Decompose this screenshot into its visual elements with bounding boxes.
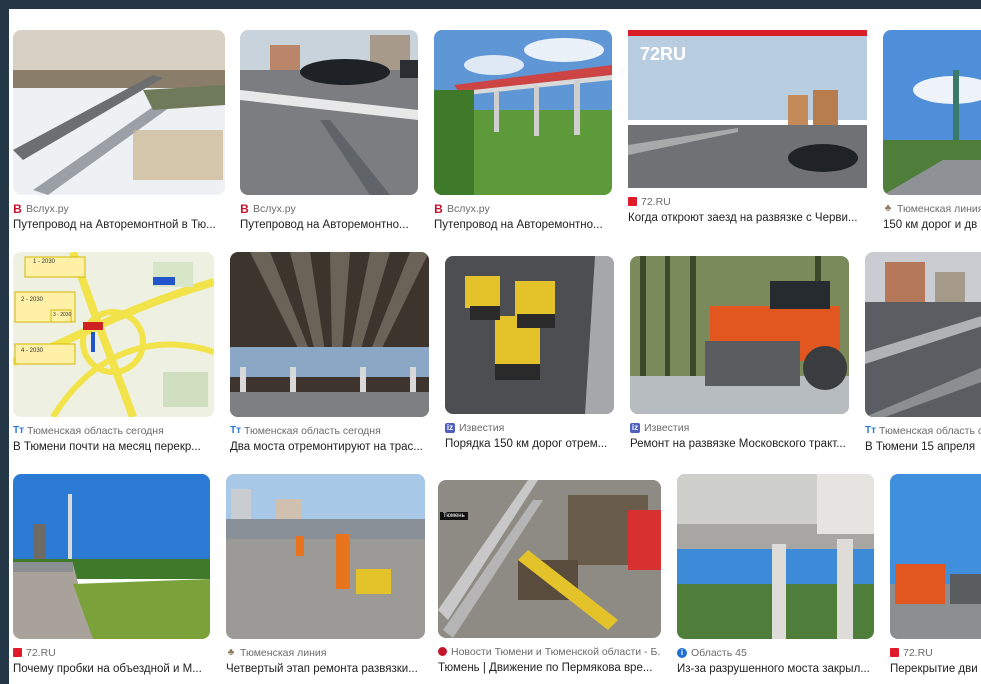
tyumen-line-logo-icon: ♣ bbox=[227, 646, 235, 658]
result-thumbnail[interactable] bbox=[13, 474, 210, 639]
image-result-card[interactable]: Tт Тюменская область сегодня Два моста от… bbox=[230, 252, 429, 453]
result-title[interactable]: Из-за разрушенного моста закрыл... bbox=[677, 663, 874, 675]
result-thumbnail[interactable] bbox=[890, 474, 981, 639]
map-label: 3 - 2030 bbox=[53, 312, 72, 318]
result-thumbnail[interactable] bbox=[865, 252, 981, 417]
image-result-card[interactable]: ♣ Тюменская линия Четвертый этап ремонта … bbox=[226, 474, 425, 675]
image-result-card[interactable]: Tт Тюменская область с В Тюмени 15 апреля bbox=[865, 252, 981, 453]
result-source[interactable]: Тюменская область с bbox=[879, 425, 981, 437]
result-source[interactable]: Тюменская линия bbox=[240, 647, 326, 659]
image-result-card[interactable]: B Вслух.ру Путепровод на Авторемонтно... bbox=[434, 30, 612, 231]
result-thumbnail[interactable] bbox=[230, 252, 429, 417]
map-label: 4 - 2030 bbox=[21, 348, 44, 354]
result-thumbnail[interactable] bbox=[226, 474, 425, 639]
image-result-card[interactable]: 72RU 72.RU Когда откроют заезд на развяз… bbox=[628, 30, 867, 224]
image-result-card[interactable]: 72.RU Перекрытие дви bbox=[890, 474, 981, 675]
result-title[interactable]: В Тюмени почти на месяц перекр... bbox=[13, 441, 214, 453]
result-title[interactable]: Путепровод на Авторемонтно... bbox=[240, 219, 418, 231]
72ru-logo-icon bbox=[13, 648, 22, 657]
result-title[interactable]: Путепровод на Авторемонтно... bbox=[434, 219, 612, 231]
image-result-card[interactable]: iz Известия Ремонт на развязке Московског… bbox=[630, 256, 849, 450]
result-title[interactable]: Путепровод на Авторемонтной в Тю... bbox=[13, 219, 225, 231]
result-title[interactable]: В Тюмени 15 апреля bbox=[865, 441, 981, 453]
result-thumbnail[interactable]: 72RU bbox=[628, 30, 867, 188]
news-tyumen-logo-icon bbox=[438, 647, 447, 656]
72ru-logo-icon bbox=[890, 648, 899, 657]
result-source[interactable]: Новости Тюмени и Тюменской области - Б..… bbox=[451, 646, 661, 658]
tos-logo-icon: Tт bbox=[230, 424, 242, 436]
result-title[interactable]: Перекрытие дви bbox=[890, 663, 981, 675]
result-title[interactable]: Порядка 150 км дорог отрем... bbox=[445, 438, 614, 450]
izvestia-logo-icon: iz bbox=[630, 422, 640, 433]
result-source[interactable]: Область 45 bbox=[691, 647, 747, 659]
image-result-card[interactable]: B Вслух.ру Путепровод на Авторемонтно... bbox=[240, 30, 418, 231]
vsluh-logo-icon: B bbox=[434, 202, 443, 215]
result-title[interactable]: Ремонт на развязке Московского тракт... bbox=[630, 438, 849, 450]
image-result-card[interactable]: i Область 45 Из-за разрушенного моста зак… bbox=[677, 474, 874, 675]
thumb-tag: Тюмень bbox=[440, 512, 468, 520]
map-label: 2 - 2030 bbox=[21, 297, 44, 303]
result-source[interactable]: Известия bbox=[644, 422, 689, 434]
result-thumbnail[interactable] bbox=[434, 30, 612, 195]
izvestia-logo-icon: iz bbox=[445, 422, 455, 433]
image-result-card[interactable]: B Вслух.ру Путепровод на Авторемонтной в … bbox=[13, 30, 225, 231]
72ru-logo-icon bbox=[628, 197, 637, 206]
result-thumbnail[interactable] bbox=[445, 256, 614, 414]
result-thumbnail[interactable] bbox=[630, 256, 849, 414]
result-title[interactable]: Когда откроют заезд на развязке с Черви.… bbox=[628, 212, 867, 224]
result-title[interactable]: 150 км дорог и дв bbox=[883, 219, 981, 231]
vsluh-logo-icon: B bbox=[240, 202, 249, 215]
oblast45-logo-icon: i bbox=[677, 647, 687, 658]
image-result-card[interactable]: ♣ Тюменская линия 150 км дорог и дв bbox=[883, 30, 981, 231]
result-thumbnail[interactable] bbox=[13, 30, 225, 195]
tos-logo-icon: Tт bbox=[13, 424, 25, 436]
result-source[interactable]: Вслух.ру bbox=[447, 203, 490, 215]
72ru-watermark: 72RU bbox=[640, 44, 687, 64]
image-result-card[interactable]: 72.RU Почему пробки на объездной и М... bbox=[13, 474, 210, 675]
result-source[interactable]: Вслух.ру bbox=[253, 203, 296, 215]
result-source[interactable]: 72.RU bbox=[26, 647, 56, 659]
result-title[interactable]: Два моста отремонтируют на трас... bbox=[230, 441, 429, 453]
result-title[interactable]: Почему пробки на объездной и М... bbox=[13, 663, 210, 675]
tyumen-line-logo-icon: ♣ bbox=[884, 202, 892, 214]
image-results-grid: B Вслух.ру Путепровод на Авторемонтной в … bbox=[9, 9, 981, 684]
result-source[interactable]: Тюменская область сегодня bbox=[27, 425, 164, 437]
image-result-card[interactable]: 1 - 2030 2 - 2030 3 - 2030 4 - 2030 Tт Тю… bbox=[13, 252, 214, 453]
result-title[interactable]: Тюмень | Движение по Пермякова вре... bbox=[438, 662, 661, 674]
result-thumbnail[interactable] bbox=[883, 30, 981, 195]
vsluh-logo-icon: B bbox=[13, 202, 22, 215]
map-label: 1 - 2030 bbox=[33, 259, 56, 265]
result-source[interactable]: 72.RU bbox=[903, 647, 933, 659]
result-source[interactable]: Тюменская линия bbox=[897, 203, 981, 215]
result-thumbnail[interactable] bbox=[240, 30, 418, 195]
result-source[interactable]: Тюменская область сегодня bbox=[244, 425, 381, 437]
result-thumbnail[interactable]: Тюмень bbox=[438, 480, 661, 638]
tos-logo-icon: Tт bbox=[865, 424, 877, 436]
result-source[interactable]: Известия bbox=[459, 422, 504, 434]
result-source[interactable]: 72.RU bbox=[641, 196, 671, 208]
result-thumbnail[interactable]: 1 - 2030 2 - 2030 3 - 2030 4 - 2030 bbox=[13, 252, 214, 417]
result-thumbnail[interactable] bbox=[677, 474, 874, 639]
result-source[interactable]: Вслух.ру bbox=[26, 203, 69, 215]
result-title[interactable]: Четвертый этап ремонта развязки... bbox=[226, 663, 425, 675]
image-result-card[interactable]: iz Известия Порядка 150 км дорог отрем... bbox=[445, 256, 614, 450]
image-result-card[interactable]: Тюмень Новости Тюмени и Тюменской област… bbox=[438, 480, 661, 674]
